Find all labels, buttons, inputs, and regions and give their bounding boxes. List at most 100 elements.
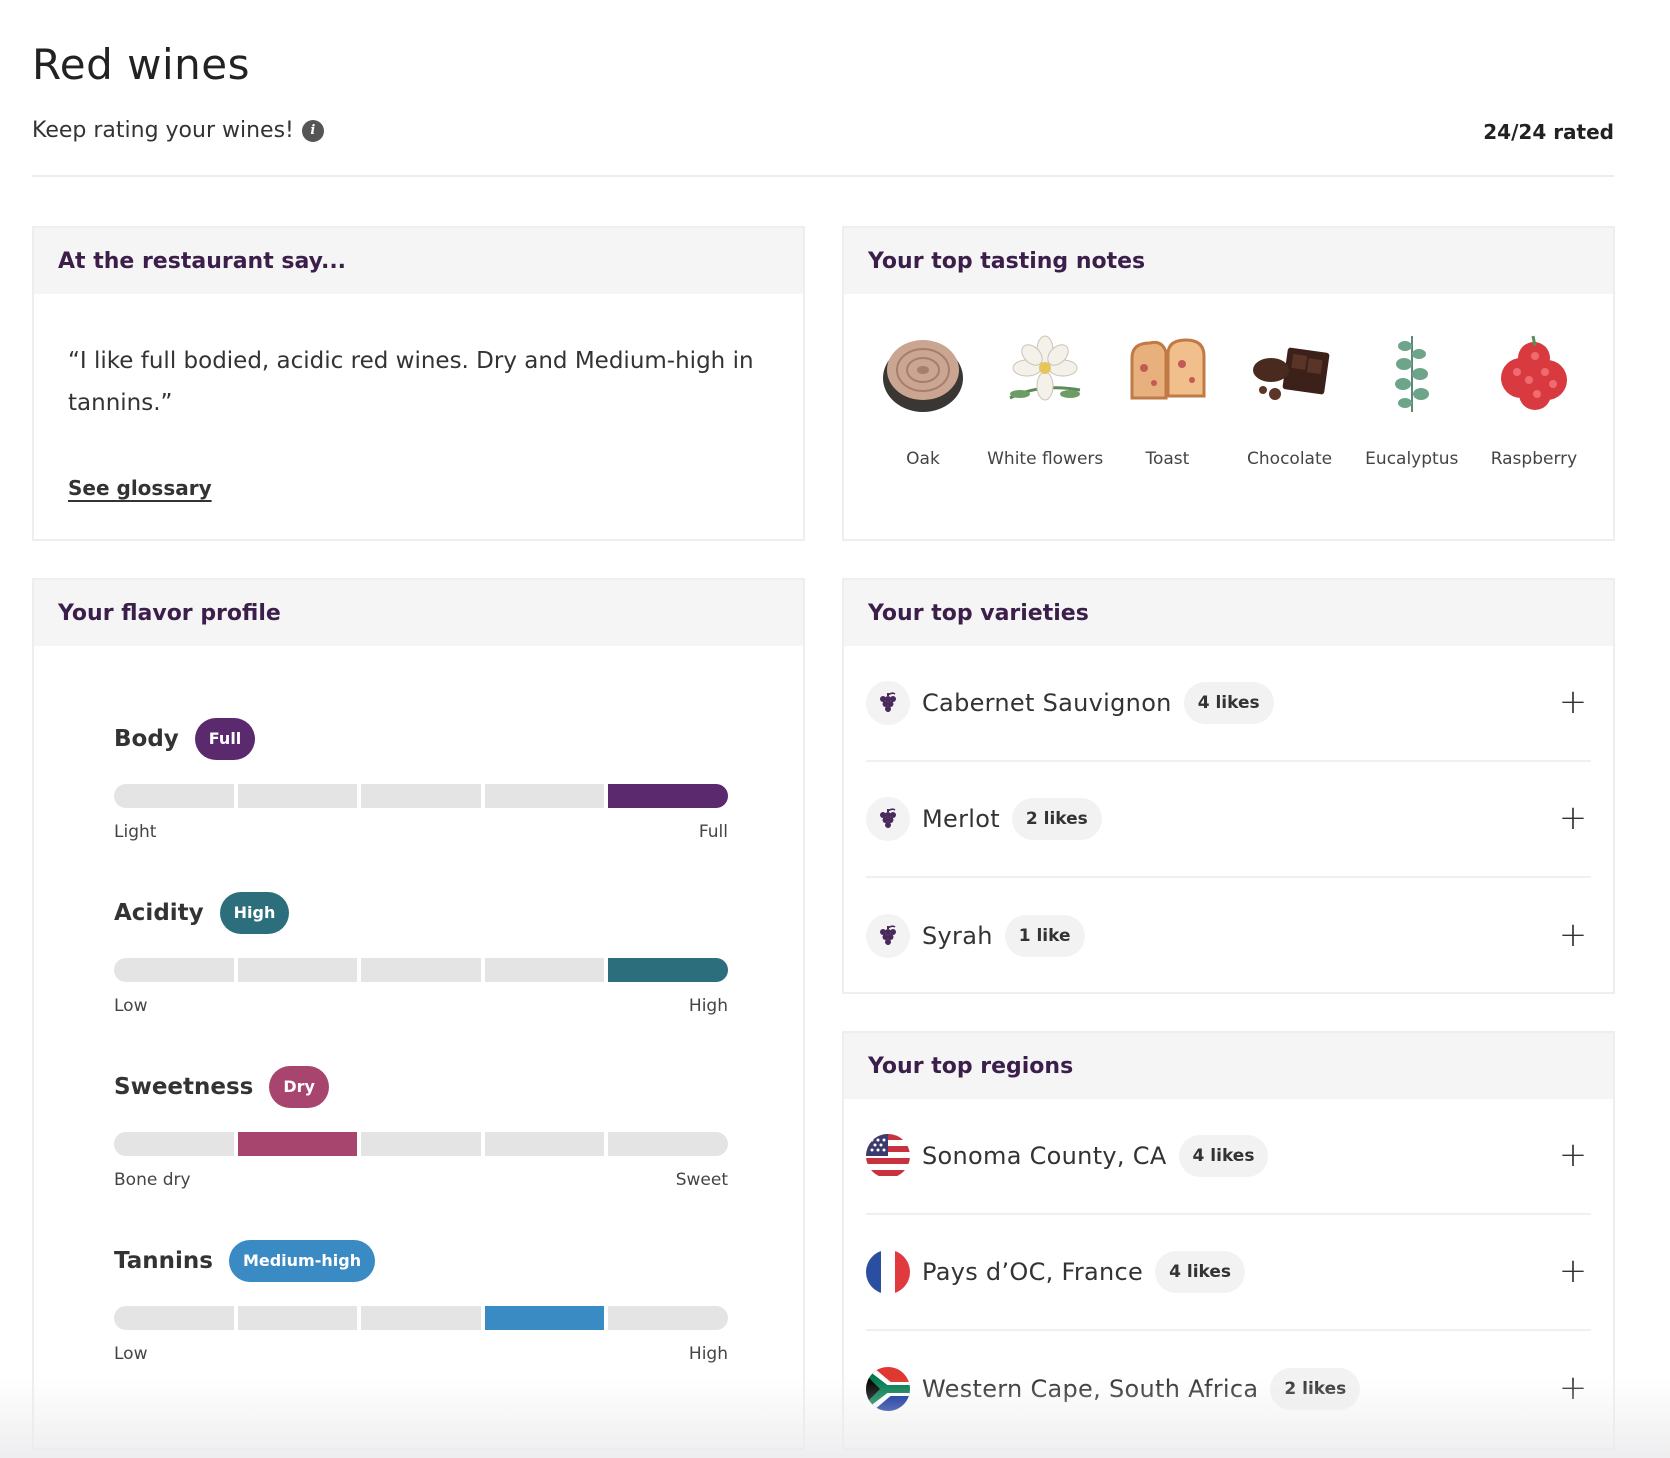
likes-badge: 4 likes	[1155, 1251, 1246, 1293]
flavor-profile-heading: Your flavor profile	[34, 580, 803, 646]
trait-name: Sweetness	[114, 1074, 254, 1100]
top-varieties-heading: Your top varieties	[844, 580, 1613, 646]
tasting-note-label: Raspberry	[1490, 449, 1578, 469]
region-name: Western Cape, South Africa	[922, 1375, 1259, 1403]
trait-tannins: Tannins Medium-high Low High	[114, 1240, 728, 1364]
top-regions-heading: Your top regions	[844, 1033, 1613, 1099]
scale-segment	[361, 958, 481, 982]
trait-scale-bar	[114, 784, 728, 808]
chocolate-icon	[1245, 328, 1335, 418]
scale-segment	[361, 1132, 481, 1156]
flavor-profile-card: Your flavor profile Body Full Light Full…	[32, 578, 805, 1450]
scale-low-label: Bone dry	[114, 1170, 191, 1190]
scale-high-label: High	[688, 996, 728, 1016]
expand-plus-icon[interactable]: +	[1555, 1254, 1591, 1290]
variety-item[interactable]: Syrah 1 like +	[866, 878, 1591, 994]
tasting-note[interactable]: Eucalyptus	[1353, 328, 1471, 476]
trait-sweetness: Sweetness Dry Bone dry Sweet	[114, 1066, 728, 1190]
expand-plus-icon[interactable]: +	[1555, 1138, 1591, 1174]
tasting-note-label: White flowers	[987, 449, 1104, 469]
scale-low-label: Low	[114, 996, 148, 1016]
trait-scale-bar	[114, 1306, 728, 1330]
likes-badge: 4 likes	[1183, 682, 1274, 724]
scale-segment	[608, 958, 728, 982]
scale-low-label: Low	[114, 1344, 148, 1364]
expand-plus-icon[interactable]: +	[1555, 801, 1591, 837]
tasting-note-label: Chocolate	[1247, 449, 1333, 469]
trait-name: Body	[114, 726, 179, 752]
scale-segment	[608, 784, 728, 808]
scale-high-label: High	[688, 1344, 728, 1364]
scale-segment	[114, 784, 234, 808]
subtitle-text: Keep rating your wines!	[32, 118, 294, 143]
expand-plus-icon[interactable]: +	[1555, 685, 1591, 721]
trait-scale-bar	[114, 1132, 728, 1156]
variety-name: Syrah	[922, 922, 993, 950]
scale-segment	[114, 958, 234, 982]
tasting-note[interactable]: Toast	[1108, 328, 1226, 476]
variety-name: Cabernet Sauvignon	[922, 689, 1172, 717]
oak-icon	[878, 328, 968, 418]
trait-level-badge: Medium-high	[228, 1240, 376, 1282]
subtitle: Keep rating your wines! i	[32, 118, 324, 143]
see-glossary-link[interactable]: See glossary	[68, 476, 212, 500]
trait-level-badge: Full	[194, 718, 256, 760]
page: Red wines Keep rating your wines! i 24/2…	[0, 0, 1670, 1458]
variety-name: Merlot	[922, 805, 1000, 833]
us-flag-icon	[866, 1134, 910, 1178]
variety-item[interactable]: Cabernet Sauvignon 4 likes +	[866, 646, 1591, 762]
trait-level-badge: High	[219, 892, 290, 934]
scale-segment	[237, 1132, 358, 1156]
scale-segment	[608, 1132, 728, 1156]
scale-high-label: Sweet	[675, 1170, 728, 1190]
scale-segment	[114, 1132, 234, 1156]
region-name: Pays d’OC, France	[922, 1258, 1144, 1286]
tasting-note[interactable]: White flowers	[986, 328, 1104, 476]
tasting-note[interactable]: Oak	[864, 328, 982, 476]
tasting-notes-card: Your top tasting notes Oak White flowers…	[842, 226, 1615, 541]
grape-icon	[866, 914, 910, 958]
tasting-note-label: Toast	[1145, 449, 1190, 469]
toast-icon	[1122, 328, 1212, 418]
expand-plus-icon[interactable]: +	[1555, 918, 1591, 954]
likes-badge: 4 likes	[1178, 1135, 1269, 1177]
trait-scale-bar	[114, 958, 728, 982]
region-item[interactable]: Pays d’OC, France 4 likes +	[866, 1215, 1591, 1331]
white-flowers-icon	[1000, 328, 1090, 418]
scale-segment	[237, 1306, 358, 1330]
scale-segment	[361, 1306, 481, 1330]
scale-segment	[237, 784, 358, 808]
rated-count: 24/24 rated	[1483, 120, 1614, 144]
restaurant-card: At the restaurant say... “I like full bo…	[32, 226, 805, 541]
restaurant-quote: “I like full bodied, acidic red wines. D…	[68, 348, 754, 416]
expand-plus-icon[interactable]: +	[1555, 1371, 1591, 1407]
eucalyptus-icon	[1367, 328, 1457, 418]
page-title: Red wines	[32, 40, 251, 89]
likes-badge: 2 likes	[1270, 1368, 1361, 1410]
info-icon[interactable]: i	[301, 119, 324, 142]
tasting-note-label: Oak	[906, 449, 940, 469]
region-name: Sonoma County, CA	[922, 1142, 1167, 1170]
scale-high-label: Full	[698, 822, 728, 842]
variety-item[interactable]: Merlot 2 likes +	[866, 762, 1591, 878]
top-regions-card: Your top regions Sonoma County, CA 4 lik…	[842, 1031, 1615, 1450]
region-item[interactable]: Sonoma County, CA 4 likes +	[866, 1099, 1591, 1215]
divider	[32, 175, 1614, 177]
scale-segment	[114, 1306, 234, 1330]
tasting-note[interactable]: Chocolate	[1231, 328, 1349, 476]
scale-segment	[484, 1132, 605, 1156]
scale-segment	[484, 958, 605, 982]
likes-badge: 2 likes	[1011, 798, 1102, 840]
tasting-note[interactable]: Raspberry	[1475, 328, 1593, 476]
top-varieties-card: Your top varieties Cabernet Sauvignon 4 …	[842, 578, 1615, 994]
grape-icon	[866, 797, 910, 841]
scale-segment	[484, 784, 605, 808]
region-item[interactable]: Western Cape, South Africa 2 likes +	[866, 1331, 1591, 1447]
restaurant-heading: At the restaurant say...	[34, 228, 803, 294]
scale-segment	[237, 958, 358, 982]
scale-segment	[484, 1306, 605, 1330]
trait-body: Body Full Light Full	[114, 718, 728, 842]
raspberry-icon	[1489, 328, 1579, 418]
trait-name: Acidity	[114, 900, 204, 926]
grape-icon	[866, 681, 910, 725]
